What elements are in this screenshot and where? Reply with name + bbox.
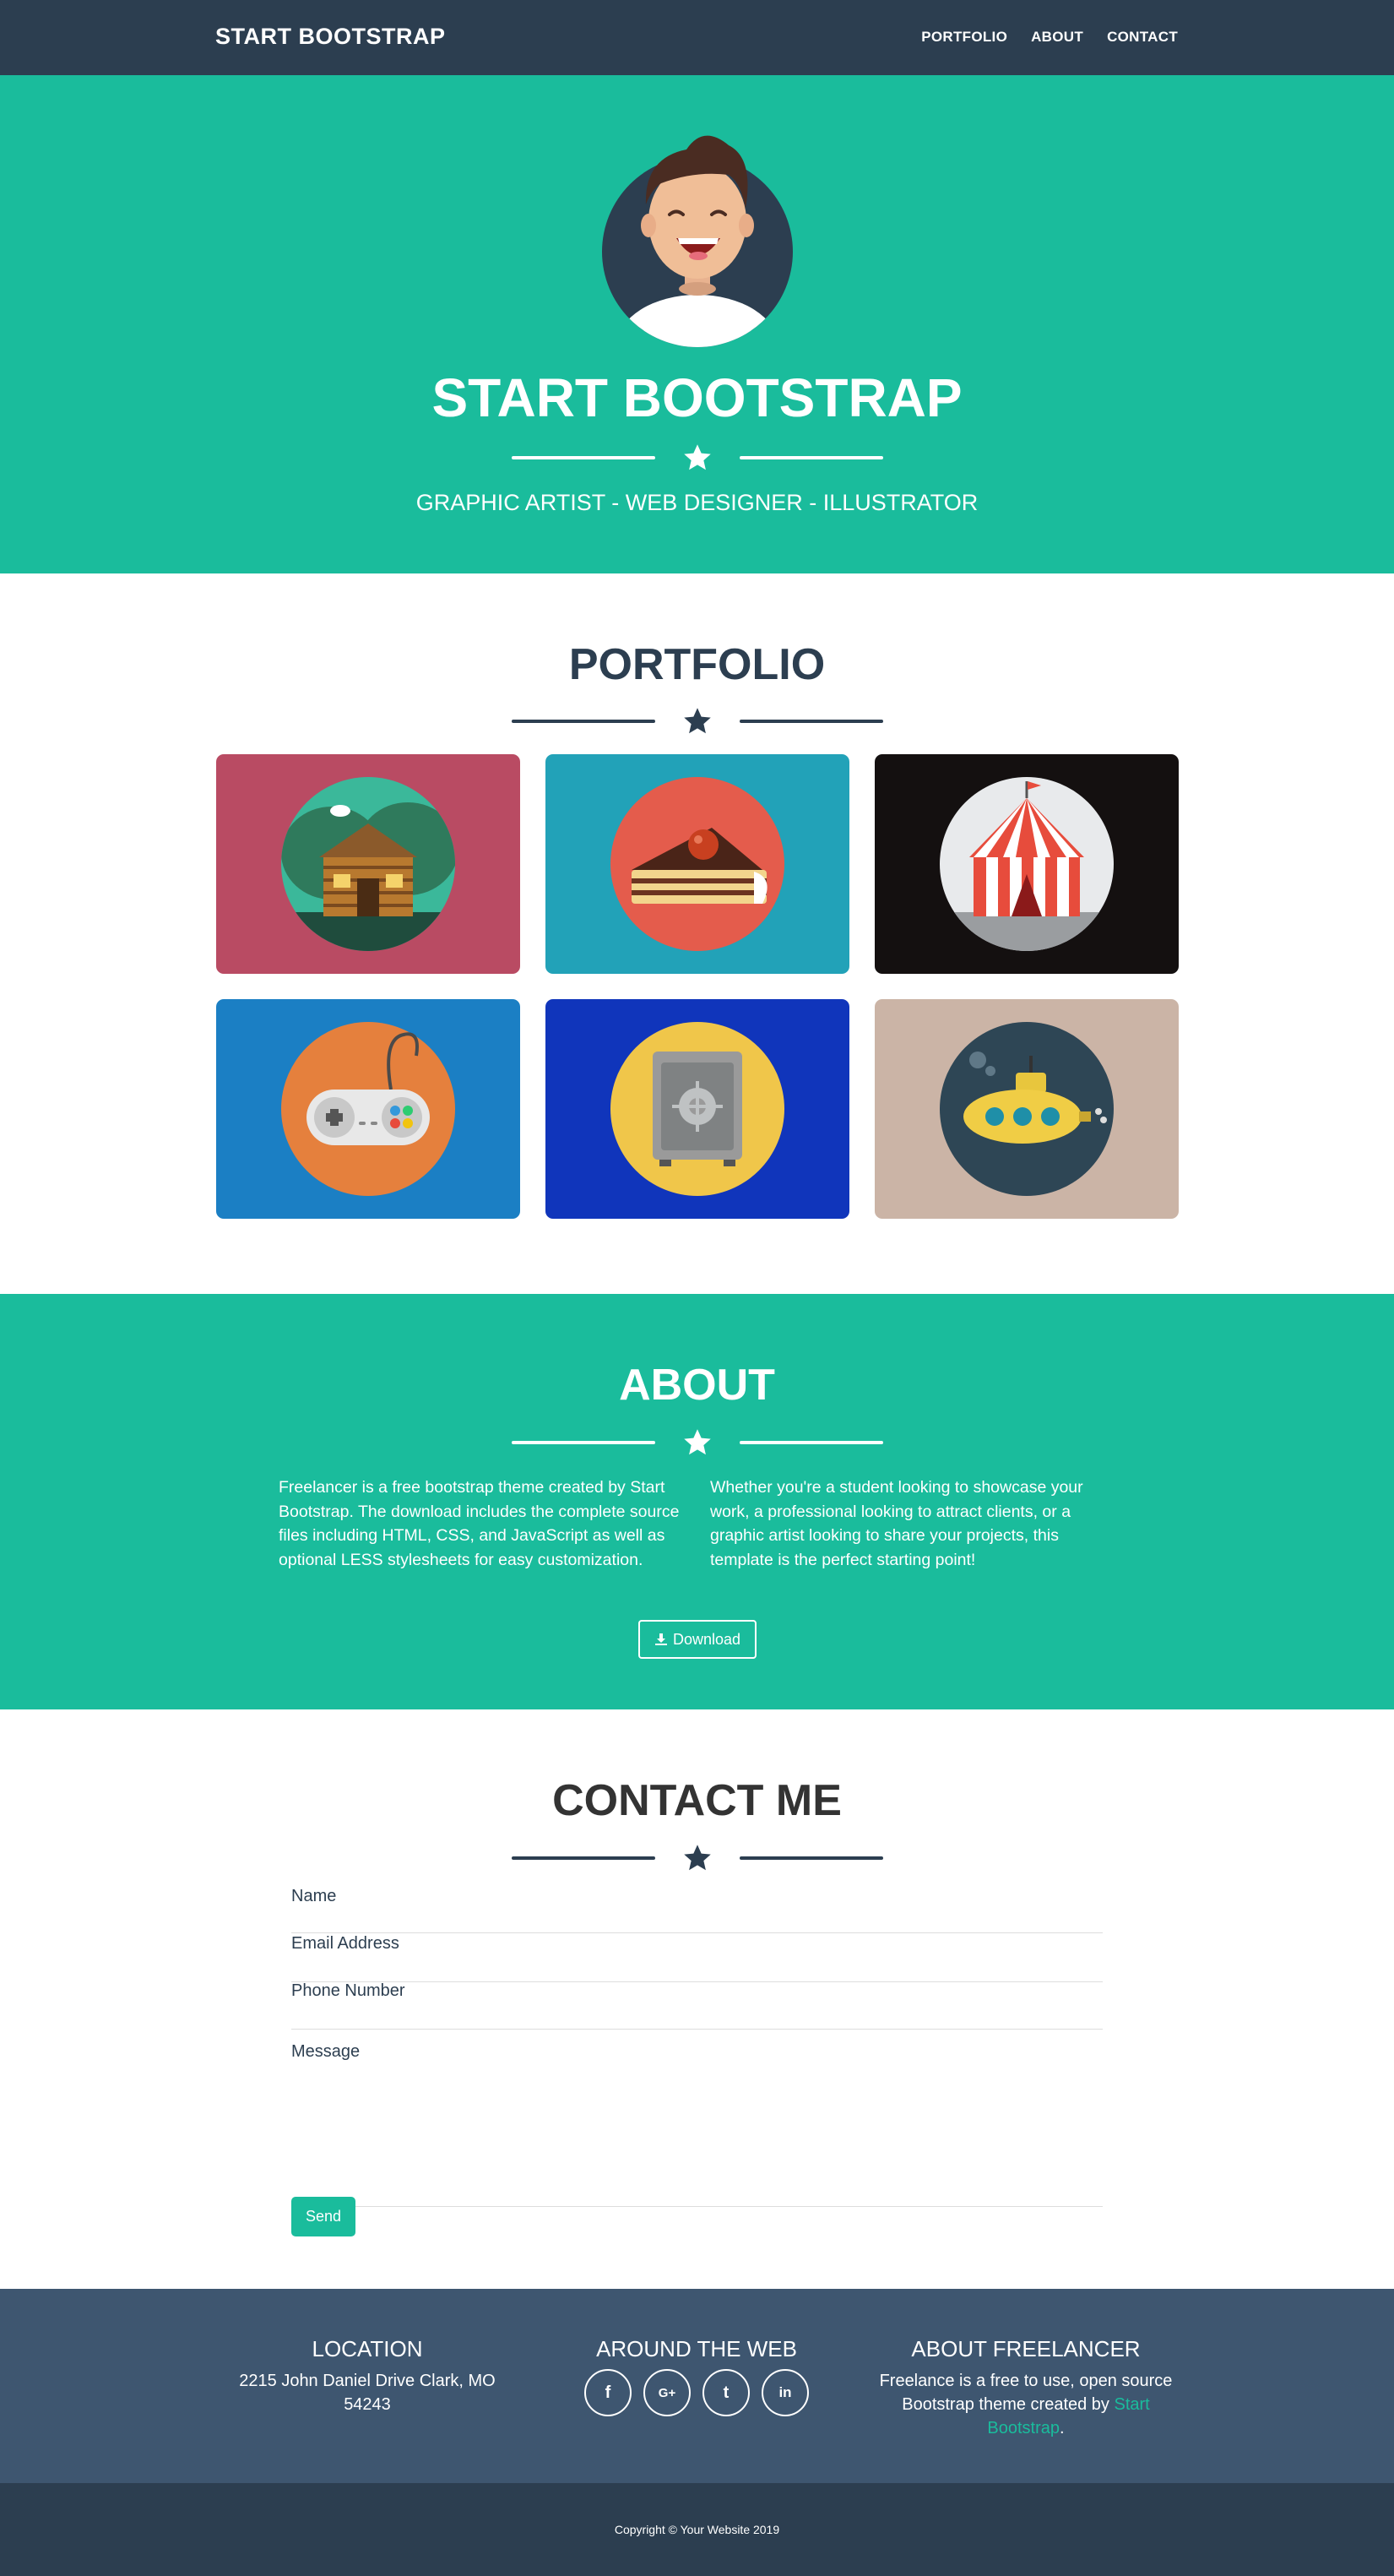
contact-section: CONTACT ME Send: [0, 1709, 1394, 2289]
avatar-illustration: [602, 135, 793, 347]
submarine-icon: [940, 1022, 1114, 1196]
email-field-wrapper: [291, 1934, 1103, 1982]
hero-section: START BOOTSTRAP GRAPHIC ARTIST - WEB DES…: [0, 75, 1394, 573]
location-title: LOCATION: [312, 2336, 423, 2361]
footer-around-web: AROUND THE WEB f G+ t in: [545, 2336, 849, 2416]
about-freelancer-text: Freelance is a free to use, open source …: [874, 2369, 1178, 2440]
divider-line-left: [511, 720, 655, 723]
hero-divider: [0, 443, 1394, 473]
divider-line-right: [739, 456, 883, 459]
contact-title: CONTACT ME: [552, 1776, 842, 1825]
safe-icon: [610, 1022, 784, 1196]
name-field[interactable]: [291, 1887, 1103, 1906]
nav-about-link[interactable]: ABOUT: [1031, 29, 1083, 46]
copyright: Copyright © Your Website 2019: [0, 2483, 1394, 2576]
location-line-1: 2215 John Daniel Drive Clark, MO: [239, 2372, 496, 2390]
nav-contact-link[interactable]: CONTACT: [1107, 29, 1178, 46]
footer-location: LOCATION 2215 John Daniel Drive Clark, M…: [215, 2336, 519, 2416]
nav-portfolio-link[interactable]: PORTFOLIO: [921, 29, 1007, 46]
hero-subtitle: GRAPHIC ARTIST - WEB DESIGNER - ILLUSTRA…: [415, 490, 979, 515]
linkedin-icon[interactable]: in: [762, 2369, 809, 2416]
send-button[interactable]: Send: [291, 2197, 355, 2236]
about-title: ABOUT: [619, 1361, 775, 1410]
twitter-icon[interactable]: t: [702, 2369, 750, 2416]
portfolio-item-cabin[interactable]: [216, 754, 520, 974]
phone-field-wrapper: [291, 1981, 1103, 2030]
divider-line-left: [511, 1856, 655, 1860]
nav-links: PORTFOLIO ABOUT CONTACT: [921, 29, 1178, 46]
footer: LOCATION 2215 John Daniel Drive Clark, M…: [0, 2289, 1394, 2483]
footer-about: ABOUT FREELANCER Freelance is a free to …: [874, 2336, 1178, 2440]
about-divider: [0, 1427, 1394, 1458]
around-web-title: AROUND THE WEB: [596, 2336, 797, 2361]
brand-link[interactable]: START BOOTSTRAP: [215, 24, 446, 50]
divider-line-left: [511, 1441, 655, 1444]
portfolio-item-circus[interactable]: [875, 754, 1179, 974]
circus-tent-icon: [940, 777, 1114, 951]
portfolio-section: PORTFOLIO: [0, 573, 1394, 1294]
download-button[interactable]: Download: [638, 1620, 757, 1659]
navbar: START BOOTSTRAP PORTFOLIO ABOUT CONTACT: [0, 0, 1394, 75]
portfolio-title: PORTFOLIO: [568, 640, 826, 689]
game-controller-icon: [281, 1022, 455, 1196]
divider-line-right: [739, 1856, 883, 1860]
phone-field[interactable]: [291, 1981, 1103, 2001]
star-icon: [683, 708, 711, 734]
contact-divider: [0, 1843, 1394, 1873]
divider-line-right: [739, 1441, 883, 1444]
portfolio-item-safe[interactable]: [545, 999, 849, 1219]
star-icon: [683, 1429, 711, 1455]
about-freelancer-period: .: [1060, 2419, 1065, 2437]
location-line-2: 54243: [344, 2395, 391, 2414]
portfolio-divider: [0, 706, 1394, 736]
portfolio-item-submarine[interactable]: [875, 999, 1179, 1219]
portfolio-item-game-controller[interactable]: [216, 999, 520, 1219]
download-icon: [654, 1633, 667, 1645]
facebook-icon[interactable]: f: [584, 2369, 632, 2416]
email-field[interactable]: [291, 1934, 1103, 1954]
download-label: Download: [672, 1630, 741, 1648]
location-address: 2215 John Daniel Drive Clark, MO 54243: [215, 2369, 519, 2416]
about-section: ABOUT Freelancer is a free bootstrap the…: [0, 1294, 1394, 1709]
portfolio-item-cake[interactable]: [545, 754, 849, 974]
social-links: f G+ t in: [545, 2369, 849, 2416]
divider-line-left: [511, 456, 655, 459]
about-text-left: Freelancer is a free bootstrap theme cre…: [279, 1478, 680, 1569]
star-icon: [683, 1845, 711, 1871]
divider-line-right: [739, 720, 883, 723]
name-field-wrapper: [291, 1887, 1103, 1933]
message-field[interactable]: [291, 2042, 1103, 2194]
cabin-icon: [281, 777, 455, 951]
cake-icon: [610, 777, 784, 951]
google-plus-icon[interactable]: G+: [643, 2369, 691, 2416]
hero-title: START BOOTSTRAP: [431, 367, 963, 428]
star-icon: [683, 444, 711, 470]
about-text-right: Whether you're a student looking to show…: [710, 1478, 1083, 1569]
message-field-wrapper: [291, 2042, 1103, 2207]
about-freelancer-title: ABOUT FREELANCER: [911, 2336, 1141, 2361]
